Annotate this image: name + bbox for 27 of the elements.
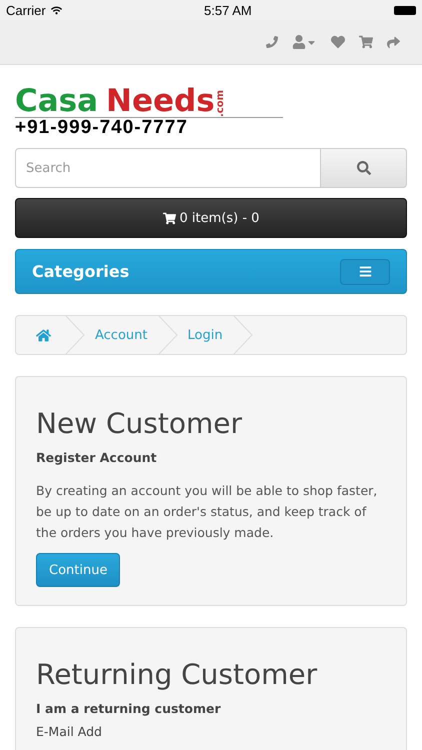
card-title: New Customer <box>36 407 243 440</box>
cart-button[interactable]: 0 item(s) - 0 <box>15 198 407 238</box>
share-icon[interactable] <box>387 36 400 48</box>
phone-icon[interactable] <box>266 36 278 48</box>
search-icon <box>356 161 370 175</box>
email-label: E-Mail Add <box>36 724 103 739</box>
breadcrumb-link[interactable]: Account <box>95 316 148 354</box>
heart-icon[interactable] <box>331 35 345 49</box>
menu-button[interactable] <box>340 258 390 284</box>
clock: 5:57 AM <box>204 2 252 18</box>
menu-icon <box>358 265 372 278</box>
cart-icon <box>162 212 176 224</box>
user-menu-icon[interactable] <box>292 35 317 49</box>
categories-title: Categories <box>32 262 130 281</box>
continue-button[interactable]: Continue <box>36 553 120 587</box>
search-button[interactable] <box>321 148 407 188</box>
wifi-icon <box>50 4 62 16</box>
search-field[interactable]: Search <box>15 148 321 188</box>
card-text: By creating an account you will be able to shop faster, be up to date on an order's status, and keep track of the orders you have previously made. <box>36 482 378 542</box>
card-subtitle: I am a returning customer <box>36 701 222 716</box>
breadcrumb-link[interactable]: Login <box>188 316 223 354</box>
battery-icon <box>394 6 416 14</box>
card-subtitle: Register Account <box>36 450 158 465</box>
carrier-name: Carrier <box>6 2 46 18</box>
card-title: Returning Customer <box>36 658 318 691</box>
logo[interactable]: Casa Needs .com +91-999-740-7777 <box>15 85 283 138</box>
cart-icon[interactable] <box>359 35 373 49</box>
